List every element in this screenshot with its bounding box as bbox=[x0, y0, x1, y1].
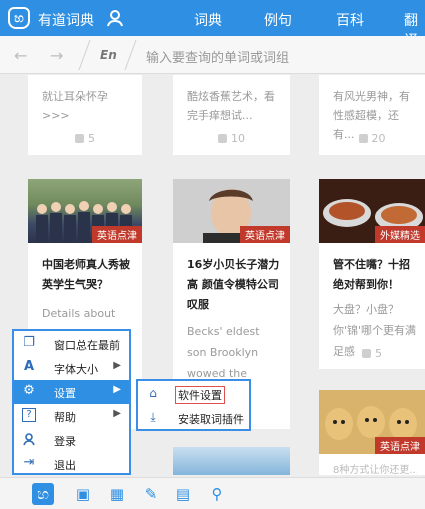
card-title: 中国老师真人秀被英学生气哭？ bbox=[42, 258, 130, 291]
card-image: 外媒精选 bbox=[319, 179, 425, 243]
download-icon: ⤓ bbox=[150, 410, 156, 424]
feed-card[interactable]: 酷炫香蕉艺术，看完手痒想试... 10 bbox=[173, 75, 290, 155]
feed-card[interactable]: 英语点津 8种方式让你还更... bbox=[319, 390, 425, 475]
card-title: 8种方式让你还更... bbox=[333, 465, 417, 475]
divider bbox=[78, 40, 91, 70]
youdao-logo-icon[interactable]: හ bbox=[32, 483, 54, 505]
pen-icon[interactable]: ✎ bbox=[140, 483, 162, 505]
tab-examples[interactable]: 例句 bbox=[264, 10, 292, 30]
like-count: 5 bbox=[28, 132, 142, 145]
like-icon bbox=[358, 134, 368, 143]
card-image: 英语点津 bbox=[173, 179, 290, 243]
menu-item-software-settings[interactable]: ⌂ 软件设置 bbox=[138, 382, 249, 406]
gear-icon: ⚙ bbox=[23, 383, 35, 398]
main-menu: ❐ 窗口总在最前 A 字体大小 ▶ ⚙ 设置 ▶ ? 帮助 ▶ 登录 ⇥ 退出 bbox=[12, 329, 131, 475]
submenu-arrow-icon: ▶ bbox=[113, 360, 121, 371]
category-badge: 英语点津 bbox=[240, 226, 290, 243]
forward-arrow-icon[interactable]: → bbox=[50, 46, 63, 65]
submenu-arrow-icon: ▶ bbox=[113, 384, 121, 395]
category-badge: 外媒精选 bbox=[375, 226, 425, 243]
image-translate-icon[interactable]: ▦ bbox=[106, 483, 128, 505]
like-count: 20 bbox=[319, 132, 425, 145]
tab-encyclopedia[interactable]: 百科 bbox=[336, 10, 364, 30]
divider bbox=[124, 40, 137, 70]
window-icon: ❐ bbox=[23, 335, 35, 350]
menu-item-login[interactable]: 登录 bbox=[14, 428, 129, 452]
category-badge: 英语点津 bbox=[375, 437, 425, 454]
search-input[interactable]: 输入要查询的单词或词组 bbox=[146, 47, 289, 66]
settings-submenu: ⌂ 软件设置 ⤓ 安装取词插件 bbox=[136, 379, 251, 431]
card-image bbox=[173, 447, 290, 475]
card-snippet: 酷炫香蕉艺术，看完手痒想试... bbox=[187, 90, 275, 122]
menu-item-help[interactable]: ? 帮助 ▶ bbox=[14, 404, 129, 428]
feed-card[interactable]: 外媒精选 管不住嘴？十招绝对帮到你！ 大盘？小盘？你'锦'哪个更有满足感 5 bbox=[319, 179, 425, 369]
menu-item-settings[interactable]: ⚙ 设置 ▶ bbox=[14, 380, 129, 404]
bottom-toolbar: හ ▣ ▦ ✎ ▤ ⚲ bbox=[0, 477, 425, 509]
card-description: Becks' eldest son Brooklyn wowed the bbox=[187, 325, 260, 380]
like-icon bbox=[362, 349, 371, 358]
tool-icon[interactable]: ⚲ bbox=[206, 483, 228, 505]
word-card-icon[interactable]: ▣ bbox=[72, 483, 94, 505]
like-icon bbox=[218, 134, 227, 143]
menu-item-install-plugin[interactable]: ⤓ 安装取词插件 bbox=[138, 406, 249, 430]
card-image: 英语点津 bbox=[319, 390, 425, 454]
like-icon bbox=[75, 134, 84, 143]
app-header: හ 有道词典 词典 例句 百科 翻译 bbox=[0, 0, 425, 49]
youdao-logo-icon: හ bbox=[8, 7, 30, 29]
feed-card[interactable]: 有风光男神，有性感超模，还有... 20 bbox=[319, 75, 425, 155]
submenu-arrow-icon: ▶ bbox=[113, 408, 121, 419]
card-title: 16岁小贝长子潜力高 颜值令模特公司叹服 bbox=[187, 258, 280, 311]
help-icon: ? bbox=[22, 408, 36, 422]
exit-icon: ⇥ bbox=[23, 455, 35, 470]
card-image: 英语点津 bbox=[28, 179, 142, 243]
feed-card[interactable]: 就让耳朵怀孕 >>> 5 bbox=[28, 75, 142, 155]
translate-doc-icon[interactable]: ▤ bbox=[172, 483, 194, 505]
menu-item-always-on-top[interactable]: ❐ 窗口总在最前 bbox=[14, 332, 129, 356]
like-count: 10 bbox=[173, 132, 290, 145]
feed-card[interactable] bbox=[173, 447, 290, 475]
app-title: 有道词典 bbox=[38, 13, 94, 29]
category-badge: 英语点津 bbox=[92, 226, 142, 243]
settings-app-icon: ⌂ bbox=[149, 386, 157, 400]
menu-item-font-size[interactable]: A 字体大小 ▶ bbox=[14, 356, 129, 380]
tab-dictionary[interactable]: 词典 bbox=[188, 10, 228, 39]
card-title: 管不住嘴？十招绝对帮到你！ bbox=[333, 258, 410, 291]
search-bar: ← → En 输入要查询的单词或词组 bbox=[0, 36, 425, 74]
language-selector[interactable]: En bbox=[100, 48, 117, 62]
like-count: 5 bbox=[319, 347, 425, 360]
menu-item-exit[interactable]: ⇥ 退出 bbox=[14, 452, 129, 476]
font-size-icon: A bbox=[23, 359, 35, 374]
card-snippet: 就让耳朵怀孕 >>> bbox=[42, 90, 108, 122]
user-icon bbox=[22, 432, 36, 446]
user-account-icon[interactable] bbox=[106, 9, 124, 27]
back-arrow-icon[interactable]: ← bbox=[14, 46, 27, 65]
